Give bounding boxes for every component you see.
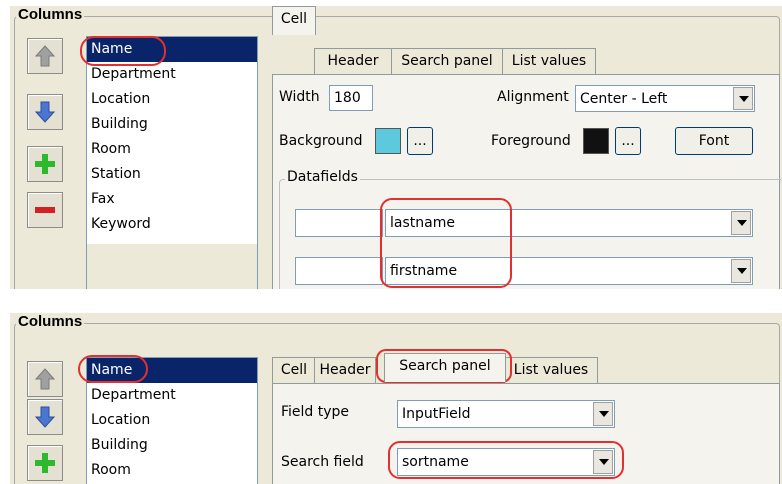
columns-list[interactable]: Name Department Location Building Room <box>86 357 258 484</box>
move-down-button[interactable] <box>27 399 63 435</box>
cell-tab-page: Width 180 Alignment Center - Left Backgr… <box>272 74 782 289</box>
plus-icon <box>35 453 55 473</box>
field-type-value: InputField <box>402 406 471 422</box>
list-item[interactable]: Name <box>87 37 257 62</box>
foreground-color-swatch[interactable] <box>583 128 609 154</box>
datafield-dropdown-button[interactable] <box>731 259 751 283</box>
field-type-dropdown-button[interactable] <box>593 402 613 426</box>
datafield-lastname-select[interactable]: lastname <box>385 209 753 237</box>
list-empty-area <box>87 244 257 289</box>
datafield-prefix-input[interactable] <box>295 257 383 285</box>
columns-group-title: Columns <box>16 6 85 23</box>
search-field-label: Search field <box>281 454 364 470</box>
search-field-value: sortname <box>402 454 469 470</box>
alignment-dropdown-button[interactable] <box>733 87 753 110</box>
tab-cell[interactable]: Cell <box>272 6 316 35</box>
tab-search-panel[interactable]: Search panel <box>384 353 506 382</box>
alignment-value: Center - Left <box>580 91 668 107</box>
chevron-down-icon <box>599 411 609 417</box>
datafield-firstname-select[interactable]: firstname <box>385 257 753 285</box>
tab-cell[interactable]: Cell <box>272 357 316 383</box>
list-item[interactable]: Keyword <box>87 212 257 237</box>
arrow-up-icon <box>34 45 56 67</box>
bottom-columns-panel: Columns Name Department Location Buildin… <box>10 313 782 484</box>
background-label: Background <box>279 133 363 149</box>
list-item[interactable]: Name <box>87 358 257 383</box>
datafield-value: firstname <box>390 263 458 279</box>
list-item[interactable]: Station <box>87 162 257 187</box>
move-up-button[interactable] <box>27 361 63 397</box>
list-item[interactable]: Department <box>87 383 257 408</box>
tab-search-panel[interactable]: Search panel <box>391 48 503 74</box>
move-up-button[interactable] <box>27 38 63 74</box>
foreground-label: Foreground <box>491 133 571 149</box>
search-panel-tab-page: Field type InputField Search field sortn… <box>272 383 780 484</box>
list-item[interactable]: Department <box>87 62 257 87</box>
arrow-up-icon <box>34 368 56 390</box>
columns-group-title: Columns <box>16 313 85 330</box>
chevron-down-icon <box>737 268 747 274</box>
datafield-value: lastname <box>390 215 455 231</box>
add-column-button[interactable] <box>27 445 63 481</box>
field-type-select[interactable]: InputField <box>397 400 615 428</box>
remove-column-button[interactable] <box>27 192 63 228</box>
foreground-color-picker-button[interactable]: ... <box>615 127 641 155</box>
arrow-down-icon <box>34 101 56 123</box>
plus-icon <box>35 154 55 174</box>
chevron-down-icon <box>739 96 749 102</box>
tab-header[interactable]: Header <box>314 357 376 383</box>
alignment-label: Alignment <box>497 89 569 105</box>
list-item[interactable]: Location <box>87 87 257 112</box>
minus-icon <box>35 207 55 213</box>
list-item[interactable]: Location <box>87 408 257 433</box>
list-item[interactable]: Room <box>87 458 257 483</box>
tab-list-values[interactable]: List values <box>504 357 598 383</box>
datafield-dropdown-button[interactable] <box>731 211 751 235</box>
tab-header[interactable]: Header <box>314 48 392 74</box>
datafields-title: Datafields <box>285 169 360 185</box>
background-color-swatch[interactable] <box>375 128 401 154</box>
add-column-button[interactable] <box>27 146 63 182</box>
list-item[interactable]: Building <box>87 433 257 458</box>
chevron-down-icon <box>599 459 609 465</box>
width-input[interactable]: 180 <box>329 85 373 111</box>
search-field-dropdown-button[interactable] <box>593 450 613 474</box>
columns-list[interactable]: Name Department Location Building Room S… <box>86 36 258 289</box>
list-item[interactable]: Building <box>87 112 257 137</box>
list-item[interactable]: Fax <box>87 187 257 212</box>
chevron-down-icon <box>737 220 747 226</box>
tab-list-values[interactable]: List values <box>502 48 596 74</box>
field-type-label: Field type <box>281 404 350 420</box>
width-label: Width <box>279 89 320 105</box>
move-down-button[interactable] <box>27 94 63 130</box>
search-field-select[interactable]: sortname <box>397 448 615 476</box>
arrow-down-icon <box>34 406 56 428</box>
font-button[interactable]: Font <box>675 127 753 155</box>
list-item[interactable]: Room <box>87 137 257 162</box>
alignment-select[interactable]: Center - Left <box>575 85 755 112</box>
datafield-prefix-input[interactable] <box>295 209 383 237</box>
top-columns-panel: Columns Name Department Location Buildin… <box>10 6 782 289</box>
background-color-picker-button[interactable]: ... <box>407 127 433 155</box>
